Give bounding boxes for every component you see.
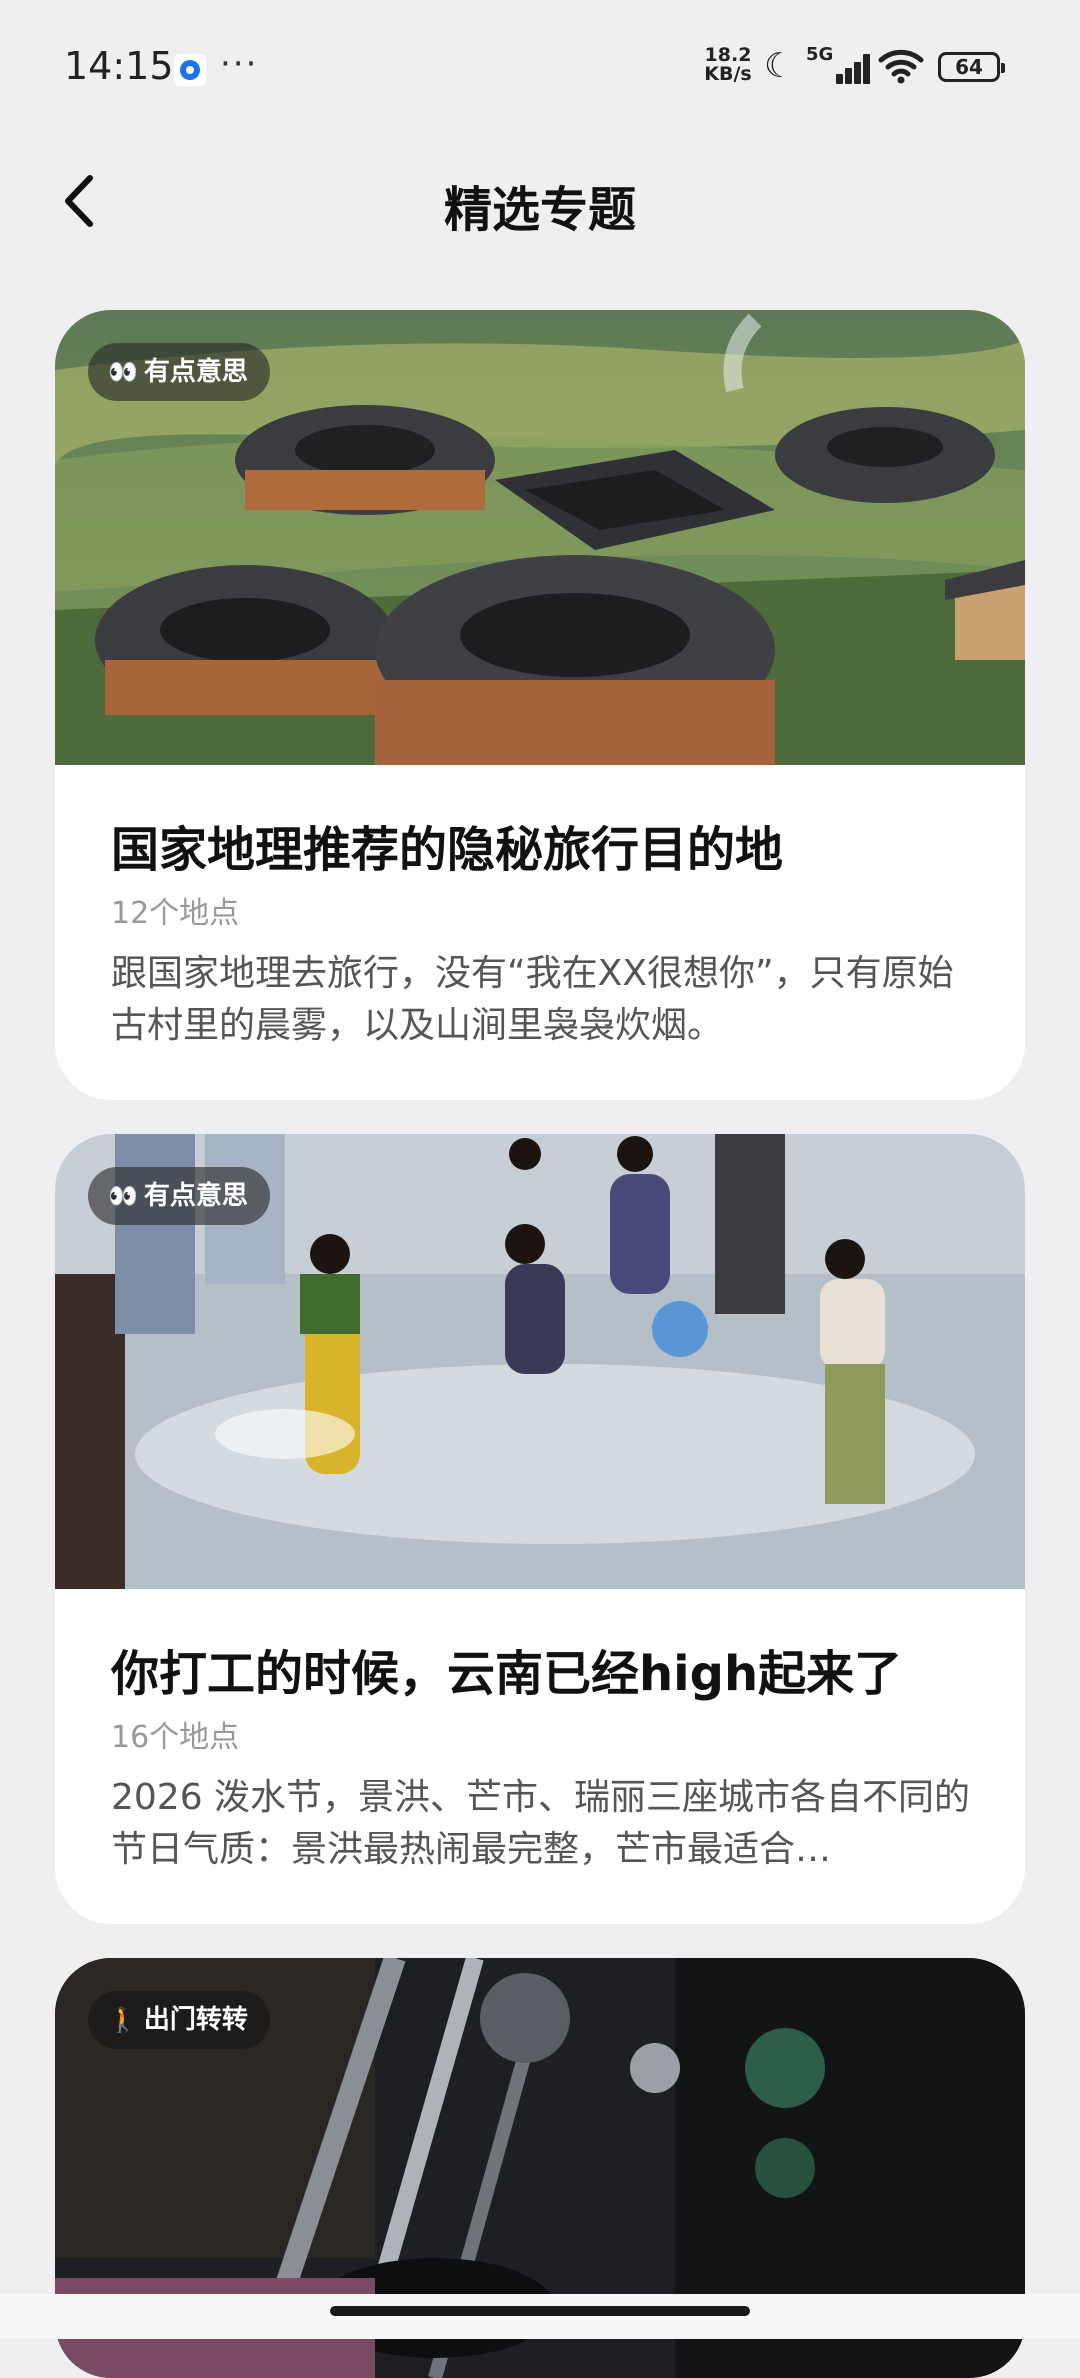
card-title: 你打工的时候，云南已经high起来了 <box>111 1646 903 1702</box>
card-title: 国家地理推荐的隐秘旅行目的地 <box>111 822 784 878</box>
card-place-count: 16个地点 <box>111 1720 240 1755</box>
card-badge-label: 出门转转 <box>143 2005 248 2035</box>
card-image-tulou: 👀 有点意思 <box>55 310 1025 765</box>
network-speed-unit: KB/s <box>704 63 752 85</box>
navigation-bar <box>0 2294 1080 2339</box>
card-badge-label: 有点意思 <box>143 357 248 387</box>
topic-card[interactable]: 👀 有点意思 你打工的时候，云南已经high起来了 16个地点 2026 泼水节… <box>55 1134 1025 1924</box>
more-notifications-icon: ··· <box>220 44 259 84</box>
page-title: 精选专题 <box>443 182 636 238</box>
card-description: 跟国家地理去旅行，没有“我在XX很想你”，只有原始古村里的晨雾，以及山涧里袅袅炊… <box>111 953 954 1046</box>
eyes-icon: 👀 <box>108 1182 138 1210</box>
do-not-disturb-icon: ☾ <box>764 46 795 86</box>
card-badge: 👀 有点意思 <box>88 1167 270 1225</box>
wifi-icon <box>878 49 924 84</box>
app-notification-icon <box>174 54 206 86</box>
battery-icon: 64 <box>938 52 1005 82</box>
page-header: 精选专题 <box>0 150 1080 250</box>
card-badge-label: 有点意思 <box>143 1181 248 1211</box>
home-indicator[interactable] <box>330 2306 750 2316</box>
signal-icon <box>818 52 870 84</box>
card-place-count: 12个地点 <box>111 896 240 931</box>
card-description: 2026 泼水节，景洪、芒市、瑞丽三座城市各自不同的节日气质：景洪最热闹最完整，… <box>111 1777 971 1870</box>
walking-person-icon: 🚶 <box>108 2006 138 2034</box>
eyes-icon: 👀 <box>108 358 138 386</box>
network-speed: 18.2 KB/s <box>700 46 756 84</box>
status-time: 14:15 <box>64 44 174 88</box>
card-badge: 🚶 出门转转 <box>88 1991 270 2049</box>
card-badge: 👀 有点意思 <box>88 343 270 401</box>
status-bar: 14:15 ··· 18.2 KB/s ☾ 5G 64 <box>0 0 1080 130</box>
topic-card[interactable]: 👀 有点意思 国家地理推荐的隐秘旅行目的地 12个地点 跟国家地理去旅行，没有“… <box>55 310 1025 1100</box>
card-image-water-festival: 👀 有点意思 <box>55 1134 1025 1589</box>
